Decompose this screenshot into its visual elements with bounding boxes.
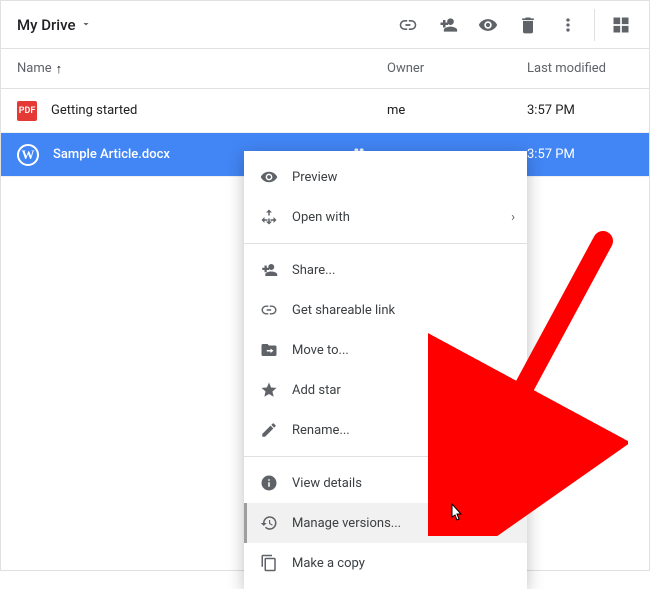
pdf-icon: PDF bbox=[17, 101, 37, 121]
ctx-view-details[interactable]: View details bbox=[244, 463, 527, 503]
ctx-label: Move to... bbox=[292, 343, 349, 358]
ctx-rename[interactable]: Rename... bbox=[244, 410, 527, 450]
get-link-button[interactable] bbox=[388, 5, 428, 45]
column-owner[interactable]: Owner bbox=[387, 61, 527, 76]
owner-label: me bbox=[387, 103, 527, 118]
divider bbox=[594, 9, 595, 41]
share-button[interactable] bbox=[428, 5, 468, 45]
info-icon bbox=[260, 474, 292, 492]
person-add-icon bbox=[260, 261, 292, 279]
preview-button[interactable] bbox=[468, 5, 508, 45]
file-name-label: Sample Article.docx bbox=[53, 147, 170, 162]
ctx-label: Open with bbox=[292, 210, 350, 225]
eye-icon bbox=[260, 168, 292, 186]
open-with-icon bbox=[260, 208, 292, 226]
view-grid-button[interactable] bbox=[601, 5, 641, 45]
column-name-label: Name bbox=[17, 61, 52, 76]
ctx-label: View details bbox=[292, 476, 362, 491]
copy-icon bbox=[260, 554, 292, 572]
column-modified[interactable]: Last modified bbox=[527, 61, 633, 76]
rename-icon bbox=[260, 421, 292, 439]
ctx-label: Manage versions... bbox=[292, 516, 401, 531]
folder-move-icon bbox=[260, 341, 292, 359]
ctx-manage-versions[interactable]: Manage versions... bbox=[244, 503, 527, 543]
star-icon bbox=[260, 381, 292, 399]
caret-down-icon bbox=[80, 16, 92, 34]
ctx-preview[interactable]: Preview bbox=[244, 157, 527, 197]
table-row[interactable]: PDF Getting started me 3:57 PM bbox=[1, 89, 649, 133]
delete-button[interactable] bbox=[508, 5, 548, 45]
ctx-label: Preview bbox=[292, 170, 337, 185]
word-icon: W bbox=[17, 144, 39, 166]
ctx-label: Rename... bbox=[292, 423, 350, 438]
toolbar: My Drive bbox=[1, 1, 649, 49]
ctx-share[interactable]: Share... bbox=[244, 250, 527, 290]
separator bbox=[244, 243, 527, 244]
ctx-label: Add star bbox=[292, 383, 341, 398]
link-icon bbox=[260, 301, 292, 319]
column-headers: Name ↑ Owner Last modified bbox=[1, 49, 649, 89]
breadcrumb-label: My Drive bbox=[17, 16, 76, 34]
ctx-make-copy[interactable]: Make a copy bbox=[244, 543, 527, 583]
modified-label: 3:57 PM bbox=[527, 147, 633, 162]
ctx-move-to[interactable]: Move to... bbox=[244, 330, 527, 370]
sort-asc-icon: ↑ bbox=[56, 61, 63, 77]
ctx-add-star[interactable]: Add star bbox=[244, 370, 527, 410]
ctx-label: Make a copy bbox=[292, 556, 365, 571]
separator bbox=[244, 456, 527, 457]
ctx-label: Share... bbox=[292, 263, 335, 278]
ctx-label: Get shareable link bbox=[292, 303, 395, 318]
modified-label: 3:57 PM bbox=[527, 103, 633, 118]
chevron-right-icon: › bbox=[511, 210, 515, 225]
ctx-open-with[interactable]: Open with › bbox=[244, 197, 527, 237]
file-name-label: Getting started bbox=[51, 103, 137, 118]
history-icon bbox=[260, 514, 292, 532]
context-menu: Preview Open with › Share... Get shareab… bbox=[244, 151, 527, 589]
column-name[interactable]: Name ↑ bbox=[17, 61, 387, 77]
breadcrumb[interactable]: My Drive bbox=[17, 16, 92, 34]
more-button[interactable] bbox=[548, 5, 588, 45]
ctx-get-link[interactable]: Get shareable link bbox=[244, 290, 527, 330]
